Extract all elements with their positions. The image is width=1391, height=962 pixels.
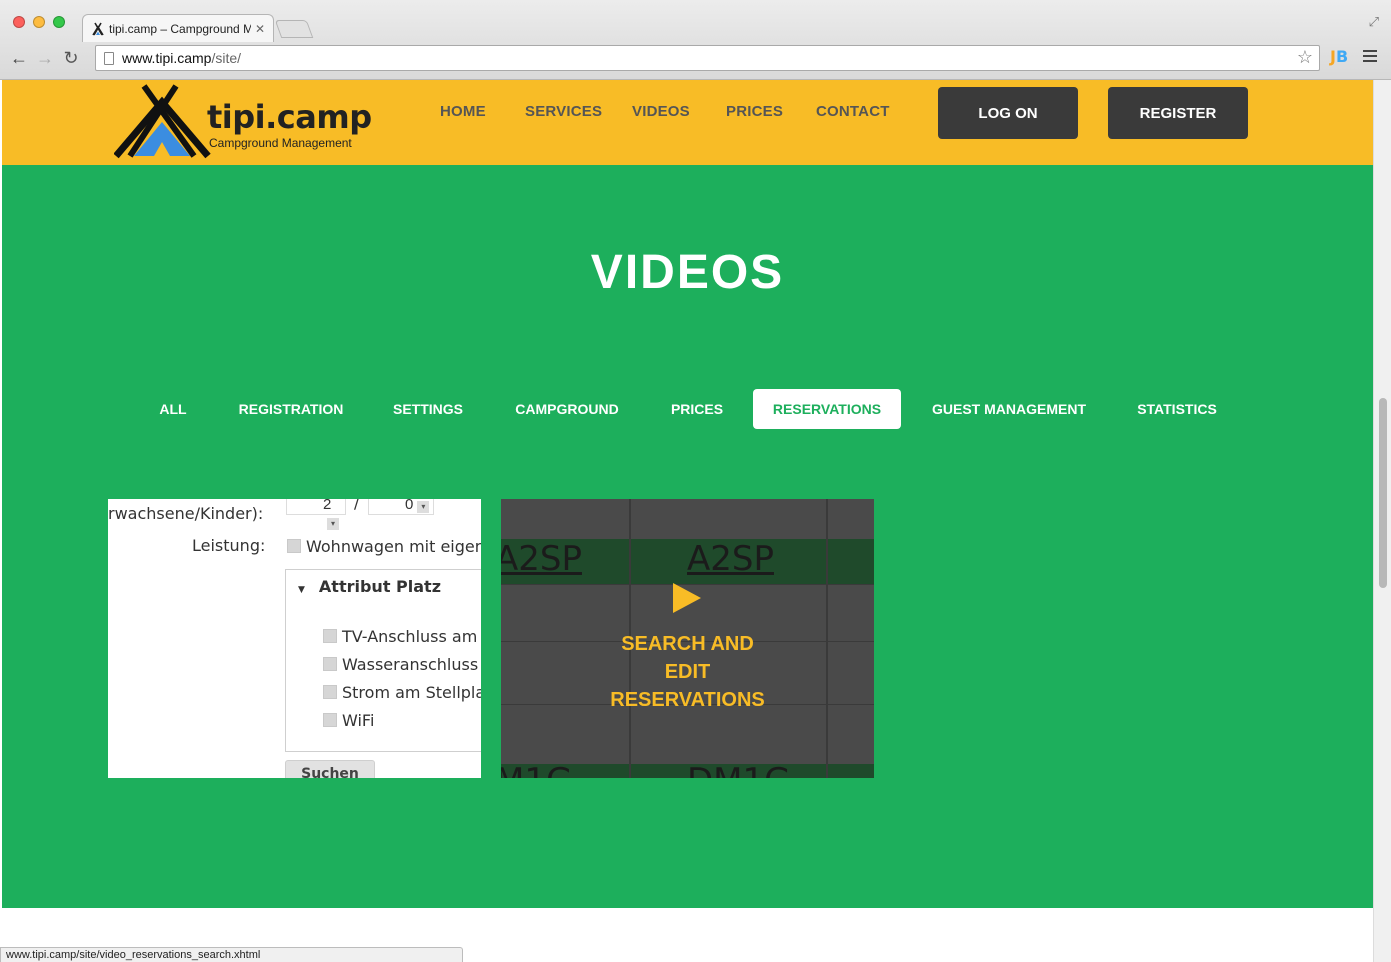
page-scrollbar[interactable] bbox=[1373, 80, 1391, 962]
window-controls bbox=[13, 16, 65, 28]
tab-close-icon[interactable]: ✕ bbox=[255, 22, 265, 36]
chevron-down-icon: ▾ bbox=[417, 501, 430, 513]
video-thumbnail-search-form[interactable]: rwachsene/Kinder): 2▾ / 0 ▾ Leistung: Woh… bbox=[108, 499, 481, 778]
video-thumbnail-reservations[interactable]: A2SP A2SP M1G DM1G SEARCH AND EDIT RESER… bbox=[501, 499, 874, 778]
attribute-option: Strom am Stellpla bbox=[323, 683, 481, 702]
chevron-down-icon: ▾ bbox=[327, 518, 339, 530]
site-header: tipi.camp Campground Management HOME SER… bbox=[2, 80, 1373, 165]
video-title-line-2: EDIT bbox=[664, 661, 711, 683]
service-label: Leistung: bbox=[192, 536, 266, 555]
attribute-option: Wasseranschluss bbox=[323, 655, 478, 674]
nav-prices[interactable]: PRICES bbox=[726, 103, 783, 120]
grid-cell-text: DM1G bbox=[687, 761, 791, 778]
jetbrains-extension-icon[interactable]: JB bbox=[1330, 47, 1348, 66]
service-option: Wohnwagen mit eigen bbox=[287, 537, 481, 556]
zoom-window-button[interactable] bbox=[53, 16, 65, 28]
attribute-group: ▼ Attribut Platz TV-Anschluss am Wasseran… bbox=[285, 569, 481, 752]
attribute-option-text: Strom am Stellpla bbox=[342, 683, 481, 702]
videos-section: VIDEOS ALL REGISTRATION SETTINGS CAMPGRO… bbox=[2, 165, 1373, 908]
attribute-option: TV-Anschluss am bbox=[323, 627, 477, 646]
browser-tab[interactable]: tipi.camp – Campground M ✕ bbox=[82, 14, 274, 42]
extension-label-b: B bbox=[1335, 47, 1349, 66]
section-title: VIDEOS bbox=[590, 246, 785, 299]
url-host: www.tipi.camp bbox=[122, 50, 212, 66]
browser-chrome: tipi.camp – Campground M ✕ ⤢ ← → ↻ www.t… bbox=[0, 0, 1391, 80]
register-button[interactable]: REGISTER bbox=[1108, 87, 1248, 139]
url-path: /site/ bbox=[211, 50, 242, 66]
bookmark-star-icon[interactable]: ☆ bbox=[1297, 47, 1313, 68]
play-icon[interactable] bbox=[673, 583, 701, 613]
checkbox-icon bbox=[323, 713, 337, 727]
kids-value: 0 bbox=[405, 499, 414, 513]
persons-separator: / bbox=[354, 499, 360, 512]
nav-videos[interactable]: VIDEOS bbox=[632, 103, 690, 120]
attribute-option-text: Wasseranschluss bbox=[342, 655, 479, 674]
fullscreen-icon[interactable]: ⤢ bbox=[1369, 14, 1379, 30]
new-tab-button[interactable] bbox=[274, 20, 314, 38]
filter-prices[interactable]: PRICES bbox=[657, 389, 737, 429]
tipi-logo-icon bbox=[114, 84, 211, 159]
adults-value: 2 bbox=[323, 499, 332, 513]
address-bar[interactable]: www.tipi.camp/site/ ☆ bbox=[95, 45, 1320, 71]
forward-icon[interactable]: → bbox=[32, 48, 58, 69]
checkbox-icon bbox=[287, 539, 301, 553]
attribute-option-text: TV-Anschluss am bbox=[342, 627, 478, 646]
filter-all[interactable]: ALL bbox=[142, 389, 204, 429]
attribute-group-title: Attribut Platz bbox=[318, 577, 442, 596]
search-button-preview: Suchen bbox=[285, 760, 375, 778]
filter-settings[interactable]: SETTINGS bbox=[380, 389, 476, 429]
attribute-option: WiFi bbox=[323, 711, 374, 730]
log-on-button[interactable]: LOG ON bbox=[938, 87, 1078, 139]
tab-title: tipi.camp – Campground M bbox=[109, 21, 251, 36]
filter-campground[interactable]: CAMPGROUND bbox=[502, 389, 632, 429]
video-title-line-1: SEARCH AND bbox=[621, 633, 754, 655]
attribute-group-header: ▼ Attribut Platz bbox=[298, 577, 441, 596]
filter-registration[interactable]: REGISTRATION bbox=[226, 389, 356, 429]
filter-statistics[interactable]: STATISTICS bbox=[1122, 389, 1232, 429]
checkbox-icon bbox=[323, 657, 337, 671]
video-filter-bar: ALL REGISTRATION SETTINGS CAMPGROUND PRI… bbox=[2, 389, 1373, 429]
page: tipi.camp Campground Management HOME SER… bbox=[2, 80, 1373, 962]
nav-services[interactable]: SERVICES bbox=[525, 103, 602, 120]
page-viewport: tipi.camp Campground Management HOME SER… bbox=[0, 80, 1391, 962]
logo-name: tipi.camp bbox=[207, 98, 372, 136]
minimize-window-button[interactable] bbox=[33, 16, 45, 28]
tipi-favicon-icon bbox=[91, 22, 105, 36]
grid-cell-text: A2SP bbox=[501, 539, 582, 579]
status-bar-url: www.tipi.camp/site/video_reservations_se… bbox=[0, 947, 463, 962]
filter-guest-management[interactable]: GUEST MANAGEMENT bbox=[917, 389, 1101, 429]
video-title-line-3: RESERVATIONS bbox=[610, 689, 765, 711]
checkbox-icon bbox=[323, 685, 337, 699]
persons-label: rwachsene/Kinder): bbox=[108, 504, 264, 523]
nav-home[interactable]: HOME bbox=[440, 103, 486, 120]
kids-select: 0 ▾ bbox=[368, 499, 434, 515]
checkbox-icon bbox=[323, 629, 337, 643]
grid-cell-text: M1G bbox=[501, 761, 572, 778]
filter-reservations[interactable]: RESERVATIONS bbox=[753, 389, 901, 429]
video-overlay-title: SEARCH AND EDIT RESERVATIONS bbox=[501, 630, 874, 714]
grid-cell-text: A2SP bbox=[687, 539, 774, 579]
reload-icon[interactable]: ↻ bbox=[58, 48, 84, 69]
attribute-option-text: WiFi bbox=[342, 711, 375, 730]
page-icon bbox=[104, 51, 114, 65]
adults-select: 2▾ bbox=[286, 499, 346, 530]
close-window-button[interactable] bbox=[13, 16, 25, 28]
browser-toolbar: ← → ↻ www.tipi.camp/site/ ☆ JB bbox=[0, 42, 1391, 74]
hamburger-menu-icon[interactable] bbox=[1363, 50, 1377, 65]
service-option-text: Wohnwagen mit eigen bbox=[306, 537, 481, 556]
nav-contact[interactable]: CONTACT bbox=[816, 103, 890, 120]
site-logo[interactable]: tipi.camp Campground Management bbox=[114, 84, 374, 160]
scrollbar-thumb[interactable] bbox=[1379, 398, 1387, 588]
triangle-down-icon: ▼ bbox=[298, 585, 305, 595]
back-icon[interactable]: ← bbox=[6, 48, 32, 69]
logo-tagline: Campground Management bbox=[209, 136, 352, 150]
